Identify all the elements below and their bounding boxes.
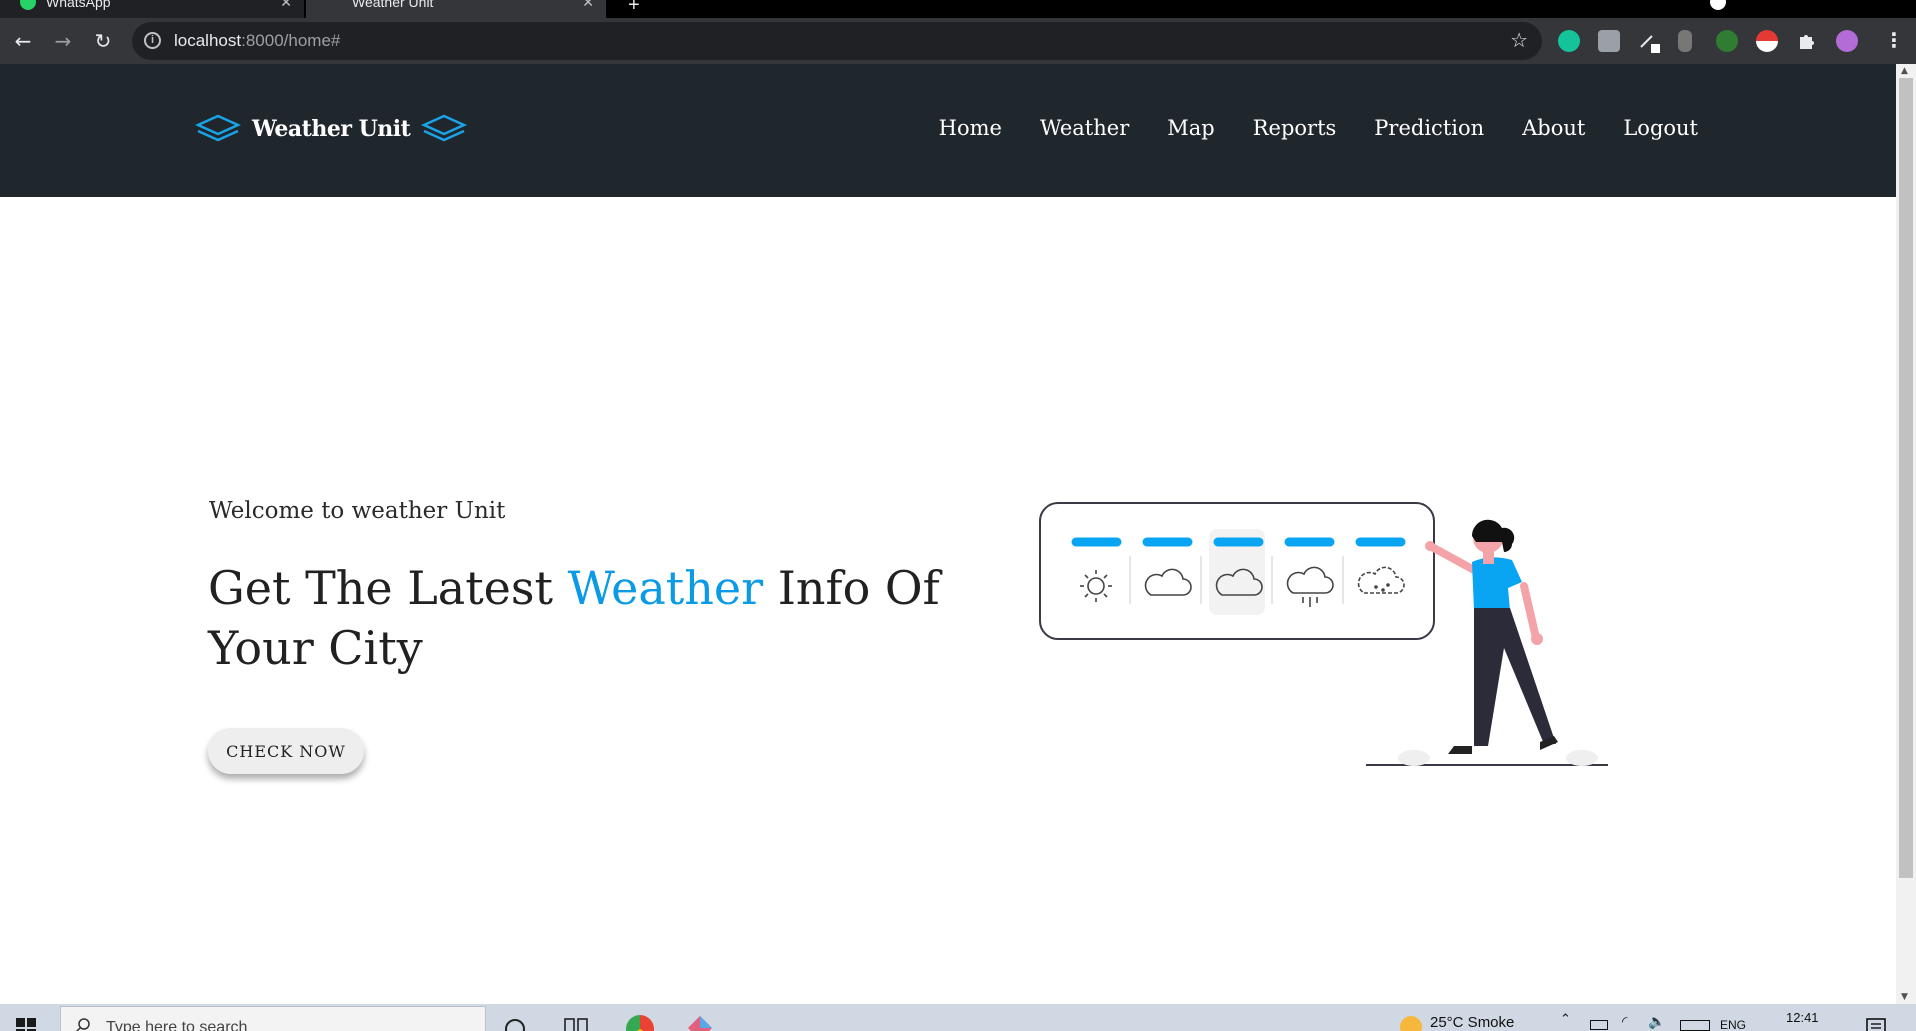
nav-logout[interactable]: Logout (1623, 116, 1698, 140)
taskbar-search-box[interactable]: Type here to search (60, 1006, 486, 1031)
tab-title: WhatsApp (46, 0, 111, 10)
taskbar-clock[interactable]: 12:41 (1786, 1010, 1819, 1025)
windows-start-icon[interactable] (16, 1018, 36, 1031)
check-now-button[interactable]: CHECK NOW (208, 728, 364, 774)
layers-icon (194, 114, 242, 142)
weather-sun-icon[interactable] (1400, 1016, 1422, 1031)
language-indicator[interactable]: ENG (1720, 1018, 1746, 1031)
brand-name: Weather Unit (252, 116, 411, 142)
nav-weather[interactable]: Weather (1040, 116, 1129, 140)
task-view-icon[interactable] (564, 1016, 588, 1031)
back-arrow-icon[interactable]: ← (9, 27, 37, 55)
volume-icon[interactable]: 🔈 (1648, 1014, 1665, 1030)
notifications-icon[interactable] (1866, 1018, 1886, 1031)
scroll-thumb[interactable] (1899, 78, 1913, 878)
tree-icon[interactable] (1716, 30, 1738, 52)
close-icon[interactable]: ✕ (582, 0, 594, 11)
nav-prediction[interactable]: Prediction (1374, 116, 1484, 140)
address-bar[interactable]: i localhost:8000/home# ☆ (132, 22, 1542, 60)
nav-about[interactable]: About (1522, 116, 1585, 140)
keyboard-icon[interactable] (1680, 1020, 1710, 1031)
app-taskbar-icon[interactable] (686, 1014, 714, 1031)
profile-avatar[interactable] (1836, 30, 1858, 52)
search-icon (75, 1018, 90, 1031)
whatsapp-icon (20, 0, 36, 10)
hero-welcome-text: Welcome to weather Unit (209, 498, 506, 524)
window-profile-dot (1710, 0, 1726, 10)
browser-tab-whatsapp[interactable]: WhatsApp ✕ (0, 0, 304, 18)
reload-icon[interactable]: ↻ (89, 27, 117, 55)
layers-icon (421, 114, 468, 142)
brand-logo[interactable]: Weather Unit (194, 109, 468, 149)
site-header: Weather Unit Home Weather Map Reports Pr… (0, 64, 1896, 197)
hero-title-accent: Weather (567, 561, 764, 615)
info-icon[interactable]: i (144, 32, 161, 49)
chrome-taskbar-icon[interactable] (626, 1015, 654, 1031)
extension-icon[interactable] (1598, 30, 1620, 52)
nav-map[interactable]: Map (1167, 116, 1214, 140)
hero-title: Get The Latest Weather Info Of Your City (208, 561, 940, 675)
close-icon[interactable]: ✕ (280, 0, 292, 11)
url-text[interactable]: localhost:8000/home# (174, 31, 340, 51)
wifi-icon[interactable]: ◜ (1622, 1014, 1627, 1030)
taskbar-weather-text[interactable]: 25°C Smoke (1430, 1014, 1514, 1031)
scroll-down-arrow-icon[interactable]: ▼ (1901, 992, 1908, 1002)
main-nav: Home Weather Map Reports Prediction Abou… (939, 116, 1698, 140)
extension-icon-2[interactable] (1678, 30, 1692, 52)
grammarly-icon[interactable] (1558, 30, 1580, 52)
forward-arrow-icon[interactable]: → (49, 27, 77, 55)
scroll-up-arrow-icon[interactable]: ▲ (1901, 66, 1908, 76)
more-menu-icon[interactable]: ⋮ (1884, 28, 1904, 52)
weather-illustration (1039, 502, 1608, 766)
browser-tab-strip: WhatsApp ✕ Weather Unit ✕ + (0, 0, 1916, 18)
pokeball-icon[interactable] (1756, 30, 1778, 52)
nav-home[interactable]: Home (939, 116, 1002, 140)
browser-tab-weather-unit[interactable]: Weather Unit ✕ (306, 0, 606, 18)
battery-icon[interactable] (1590, 1020, 1608, 1030)
puzzle-icon[interactable] (1796, 30, 1818, 52)
browser-toolbar: ← → ↻ i localhost:8000/home# ☆ ⋮ (0, 18, 1916, 64)
tray-chevron-icon[interactable]: ⌃ (1560, 1012, 1571, 1027)
cortana-icon[interactable] (504, 1018, 526, 1031)
pen-icon[interactable] (1638, 30, 1660, 53)
new-tab-button[interactable]: + (628, 0, 640, 17)
nav-reports[interactable]: Reports (1253, 116, 1337, 140)
page-scrollbar[interactable]: ▲ ▼ (1896, 64, 1916, 1004)
bookmark-star-icon[interactable]: ☆ (1510, 28, 1528, 52)
os-taskbar: Type here to search 25°C Smoke ⌃ ◜ 🔈 ENG… (0, 1004, 1916, 1031)
tab-title: Weather Unit (352, 0, 434, 10)
taskbar-search-placeholder: Type here to search (106, 1019, 248, 1031)
person-illustration (1425, 519, 1558, 754)
